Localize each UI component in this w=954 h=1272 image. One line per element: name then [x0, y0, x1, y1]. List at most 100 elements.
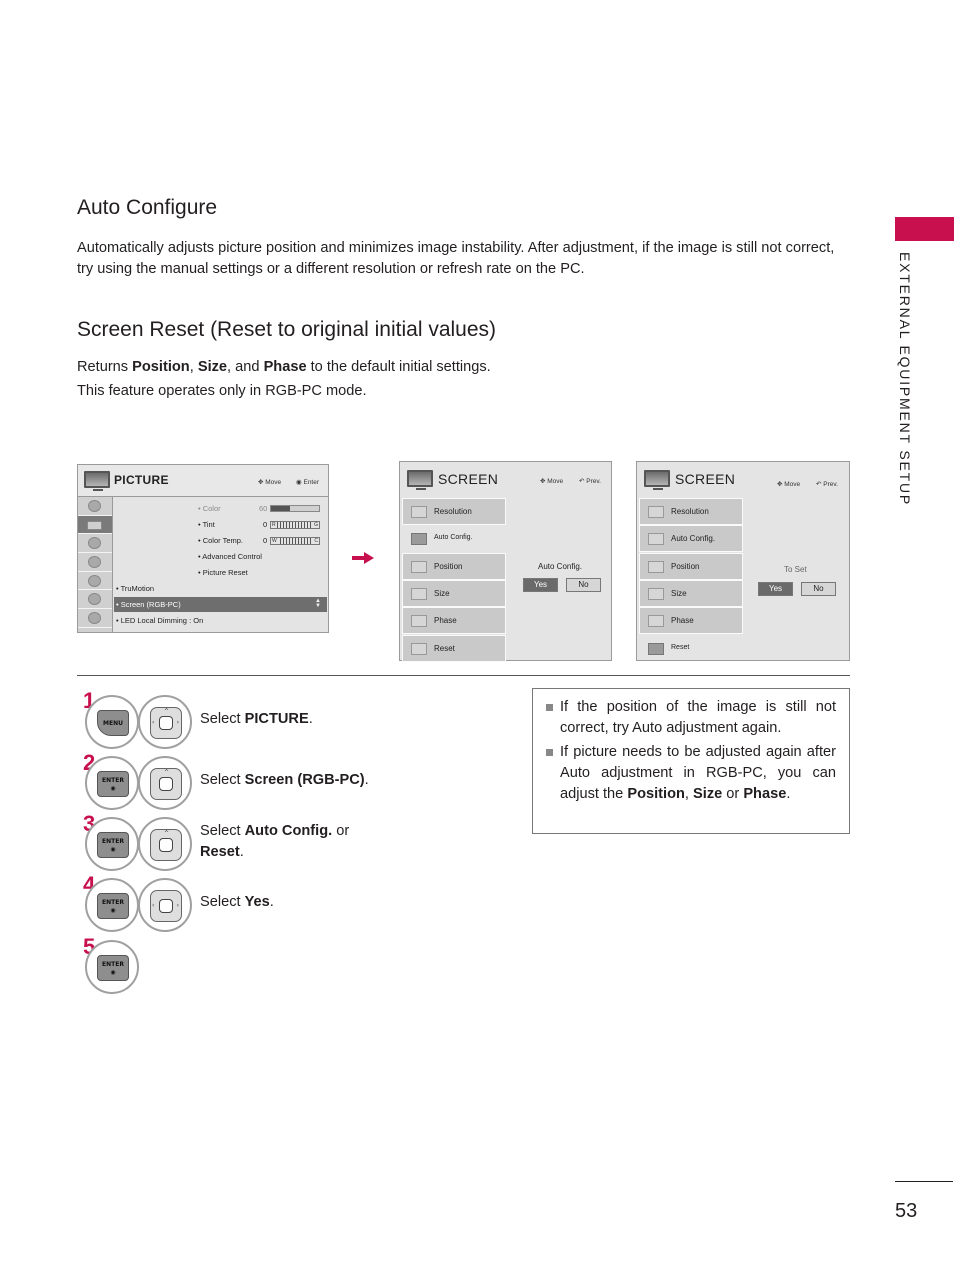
resolution-icon [411, 506, 427, 518]
screen-item-size[interactable]: Size [402, 580, 506, 607]
option-icon[interactable] [78, 590, 112, 610]
audio-icon[interactable] [78, 534, 112, 554]
screen-menu-osd-auto-config: SCREEN ✥ Move ↶ Prev. Resolution Auto Co… [399, 461, 612, 662]
page-number: 53 [895, 1200, 918, 1222]
item-label: Resolution [671, 507, 709, 516]
menu-item-label: • Screen (RGB-PC) [116, 600, 181, 609]
scale-left-label: W [271, 538, 278, 544]
key-label: ENTER [102, 777, 124, 784]
screen-item-resolution[interactable]: Resolution [402, 498, 506, 525]
step-1-instruction: Select PICTURE. [200, 709, 313, 730]
move-icon: ✥ [258, 479, 264, 486]
color-temp-scale[interactable]: WC [270, 537, 320, 545]
no-button[interactable]: No [566, 578, 601, 592]
term-size: Size [197, 359, 228, 375]
section-side-label: EXTERNAL EQUIPMENT SETUP [897, 252, 913, 507]
yes-button[interactable]: Yes [523, 578, 558, 592]
tint-scale[interactable]: RG [270, 521, 320, 529]
item-label: Reset [434, 644, 455, 653]
item-label: Phase [671, 616, 694, 625]
osd-title: PICTURE [114, 473, 169, 487]
color-temp-value: 0 [263, 536, 268, 545]
dpad-icon: ‹ › [150, 890, 182, 922]
item-label: Size [671, 589, 687, 598]
enter-key: ENTER ◉ [97, 893, 129, 919]
text: , [189, 359, 198, 375]
prev-hint-label: Prev. [823, 481, 838, 488]
menu-item-screen-rgb-pc[interactable]: • Screen (RGB-PC) ▲ ▼ [114, 597, 327, 612]
confirm-prompt: Auto Config. [538, 562, 583, 571]
screen-item-size[interactable]: Size [639, 580, 743, 607]
input-icon[interactable] [78, 609, 112, 628]
step-2-instruction: Select Screen (RGB-PC). [200, 770, 369, 791]
item-label: Size [434, 589, 450, 598]
navigation-pad-illustration: ^ ˇ [138, 756, 192, 810]
osd-title: SCREEN [675, 471, 736, 487]
enter-button-illustration: ENTER ◉ [85, 878, 139, 932]
screen-item-reset[interactable]: Reset [639, 635, 743, 662]
lock-icon[interactable] [78, 572, 112, 591]
note-item: If the position of the image is still no… [546, 697, 836, 739]
enter-button-illustration: ENTER ◉ [85, 940, 139, 994]
screen-menu-osd-reset: SCREEN ✥ Move ↶ Prev. Resolution Auto Co… [636, 461, 850, 661]
text: Select [200, 772, 245, 788]
menu-item-color[interactable]: • Color [198, 504, 221, 513]
text: . [786, 786, 791, 802]
screen-item-auto-config[interactable]: Auto Config. [402, 525, 506, 552]
color-level-bar[interactable] [270, 505, 320, 512]
enter-key: ENTER ◉ [97, 955, 129, 981]
menu-item-led-local-dimming[interactable]: • LED Local Dimming : On [116, 616, 203, 625]
phase-icon [411, 615, 427, 627]
key-label: ENTER [102, 899, 124, 906]
screen-item-phase[interactable]: Phase [639, 607, 743, 634]
item-label: Position [434, 562, 463, 571]
move-hint-label: Move [784, 481, 801, 488]
target-label: Auto Config. [244, 823, 333, 839]
screen-item-resolution[interactable]: Resolution [639, 498, 743, 525]
menu-item-color-temp[interactable]: • Color Temp. [198, 536, 243, 545]
screen-menu-body: Resolution Auto Config. Position Size Ph… [637, 496, 849, 660]
position-icon [648, 561, 664, 573]
menu-item-trumotion[interactable]: • TruMotion [116, 584, 154, 593]
no-button[interactable]: No [801, 582, 836, 596]
yes-button[interactable]: Yes [758, 582, 793, 596]
note-text: If the position of the image is still no… [560, 699, 836, 736]
menu-item-tint[interactable]: • Tint [198, 520, 215, 529]
picture-icon[interactable] [78, 515, 112, 535]
notes-box: If the position of the image is still no… [532, 688, 850, 834]
text: Select [200, 711, 245, 727]
reset-icon [411, 643, 427, 655]
menu-item-advanced-control[interactable]: • Advanced Control [198, 552, 262, 561]
screen-item-auto-config[interactable]: Auto Config. [639, 525, 743, 552]
screen-item-position[interactable]: Position [639, 553, 743, 580]
bullet-icon [546, 749, 553, 756]
time-icon[interactable] [78, 553, 112, 572]
osd-title: SCREEN [438, 471, 499, 487]
osd-header: SCREEN ✥ Move ↶ Prev. [400, 462, 611, 496]
target-label: Screen (RGB-PC) [244, 772, 365, 788]
picture-mode-icon[interactable] [78, 497, 112, 516]
back-icon: ↶ [579, 478, 585, 485]
menu-category-sidebar [78, 497, 113, 632]
text: to the default initial settings. [306, 359, 491, 375]
menu-item-picture-reset[interactable]: • Picture Reset [198, 568, 248, 577]
enter-hint: ◉ Enter [296, 478, 319, 486]
menu-button-illustration: MENU [85, 695, 139, 749]
phase-icon [648, 615, 664, 627]
enter-button-illustration: ENTER ◉ [85, 756, 139, 810]
key-label: ENTER [102, 961, 124, 968]
prev-hint: ↶ Prev. [579, 477, 601, 485]
dpad-icon: ^ ˇ [150, 829, 182, 861]
screen-item-position[interactable]: Position [402, 553, 506, 580]
osd-header: PICTURE ✥ Move ◉ Enter [78, 465, 328, 497]
screen-reset-description: Returns Position, Size, and Phase to the… [77, 357, 491, 378]
screen-item-reset[interactable]: Reset [402, 635, 506, 662]
navigation-pad-illustration: ^ ˇ [138, 817, 192, 871]
prev-hint-label: Prev. [586, 478, 601, 485]
enter-dot-icon: ◉ [110, 846, 116, 853]
screen-item-phase[interactable]: Phase [402, 607, 506, 634]
enter-hint-label: Enter [303, 479, 320, 486]
text: Select [200, 823, 245, 839]
tv-icon [84, 471, 110, 491]
move-hint-label: Move [547, 478, 564, 485]
